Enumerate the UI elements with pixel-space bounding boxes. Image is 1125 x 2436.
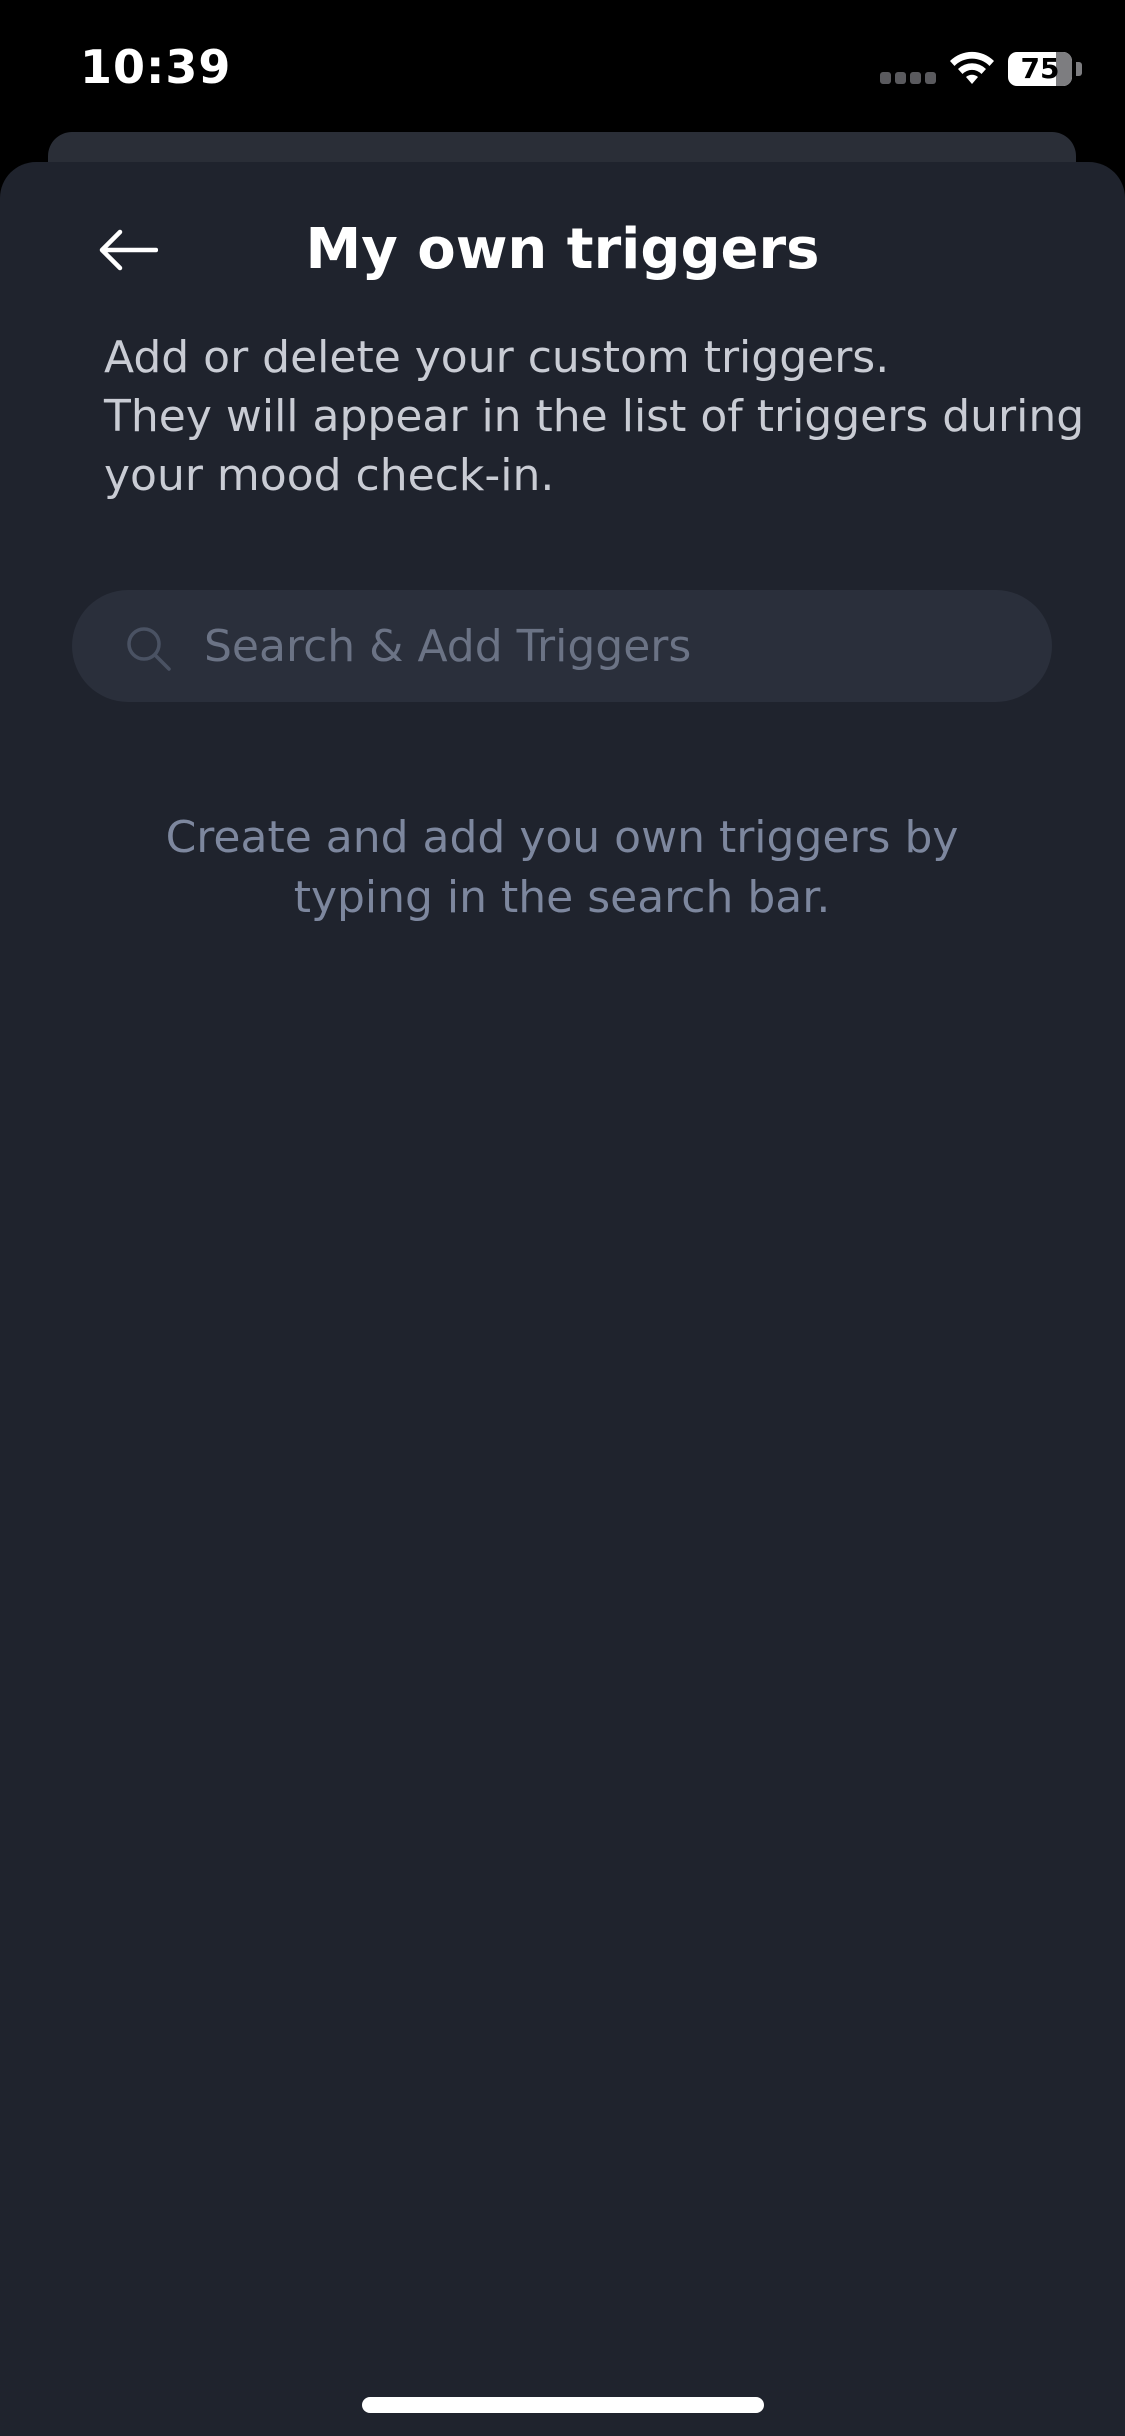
wifi-icon: [950, 51, 994, 84]
description-line: They will appear in the list of triggers…: [104, 391, 1085, 442]
description-line: Add or delete your custom triggers.: [104, 332, 890, 383]
status-bar: 10:39 75: [0, 0, 1125, 140]
battery-icon: 75: [1008, 52, 1072, 86]
description-line: your mood check-in.: [104, 450, 555, 501]
page-title: My own triggers: [305, 217, 820, 282]
empty-state-hint: Create and add you own triggers by typin…: [112, 808, 1012, 928]
search-input[interactable]: [204, 590, 1024, 702]
search-icon: [127, 627, 171, 671]
search-bar[interactable]: [72, 590, 1052, 702]
triggers-sheet: My own triggers Add or delete your custo…: [0, 162, 1125, 2436]
signal-icon: [880, 72, 936, 86]
screen: 10:39 75 My own triggers Add or delete y…: [0, 0, 1125, 2436]
empty-state-line: Create and add you own triggers by: [165, 812, 959, 863]
status-time: 10:39: [80, 40, 232, 94]
description: Add or delete your custom triggers. They…: [104, 328, 1085, 505]
battery-level: 75: [1020, 52, 1060, 85]
home-indicator[interactable]: [362, 2397, 764, 2413]
empty-state-line: typing in the search bar.: [293, 872, 831, 923]
battery-tip: [1076, 62, 1082, 76]
